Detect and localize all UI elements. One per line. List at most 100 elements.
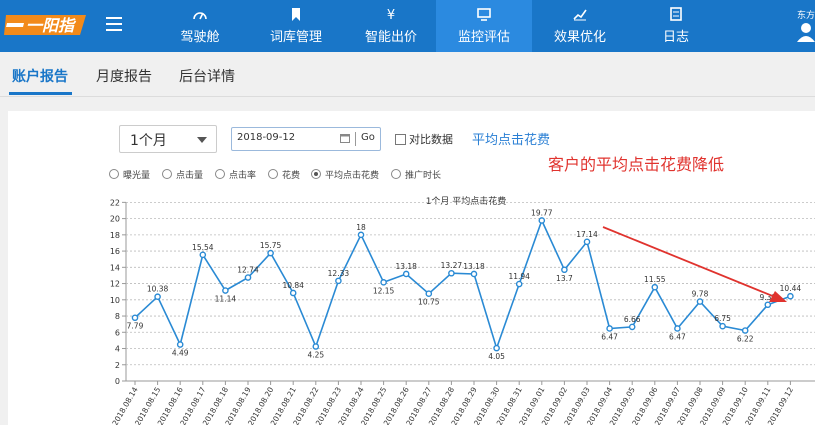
data-label: 18 <box>356 223 366 232</box>
nav-item-label: 效果优化 <box>553 30 606 45</box>
metric-radio-label: 花费 <box>282 171 301 181</box>
logo[interactable]: 一阳指 <box>4 12 86 38</box>
annotation-arrow-line <box>602 226 776 298</box>
data-point <box>628 323 636 331</box>
data-point <box>199 251 207 259</box>
log-icon <box>670 7 682 21</box>
data-label: 15.54 <box>192 243 214 252</box>
data-label: 7.79 <box>127 322 144 331</box>
data-label: 10.44 <box>780 284 802 293</box>
nav-item-2[interactable]: ¥ 智能出价 <box>343 0 439 52</box>
data-point <box>787 292 794 300</box>
data-point <box>289 289 297 297</box>
data-point <box>741 327 749 334</box>
nav-item-3[interactable]: 监控评估 <box>436 0 532 52</box>
y-tick-label: 10 <box>110 296 120 305</box>
go-button[interactable]: Go <box>361 132 375 143</box>
radio-dot[interactable] <box>311 169 321 179</box>
data-label: 13.18 <box>395 262 417 271</box>
chevron-down-icon <box>197 137 207 143</box>
radio-dot[interactable] <box>391 169 401 179</box>
nav-item-label: 监控评估 <box>457 30 510 45</box>
metric-radio-label: 推广时长 <box>405 171 442 181</box>
calendar-icon[interactable] <box>340 133 350 143</box>
nav-item-1[interactable]: 词库管理 <box>248 0 344 52</box>
data-label: 11.14 <box>215 295 237 304</box>
data-label: 13.18 <box>463 262 485 271</box>
date-input-value: 2018-09-12 <box>237 132 296 143</box>
data-point <box>606 325 613 332</box>
data-point <box>357 231 365 239</box>
radio-dot[interactable] <box>109 169 119 179</box>
nav-item-0[interactable]: 驾驶舱 <box>152 0 248 52</box>
y-tick-label: 8 <box>115 312 120 321</box>
data-label: 4.25 <box>307 350 324 359</box>
metric-radio-label: 曝光量 <box>123 171 151 181</box>
y-tick-label: 2 <box>115 361 120 370</box>
y-tick-label: 6 <box>115 328 120 337</box>
y-tick-label: 16 <box>110 247 120 256</box>
svg-text:¥: ¥ <box>387 8 395 21</box>
radio-dot[interactable] <box>162 169 172 179</box>
data-label: 4.05 <box>488 352 505 361</box>
data-label: 10.84 <box>282 281 304 290</box>
data-point <box>312 343 320 350</box>
trend-chart-icon <box>573 9 587 21</box>
tab-0[interactable]: 账户报告 <box>12 66 68 86</box>
data-label: 6.47 <box>601 332 618 341</box>
compare-label: 对比数据 <box>409 133 453 146</box>
y-tick-label: 12 <box>110 280 120 289</box>
date-input[interactable]: 2018-09-12 Go <box>231 127 381 151</box>
radio-dot[interactable] <box>215 169 225 179</box>
nav-item-5[interactable]: 日志 <box>628 0 724 52</box>
data-point <box>267 249 274 257</box>
user-avatar-icon[interactable] <box>797 22 815 42</box>
hamburger-menu-icon[interactable] <box>106 17 122 31</box>
speedometer-icon <box>193 12 207 20</box>
bookmark-icon <box>292 8 300 21</box>
radio-dot[interactable] <box>268 169 278 179</box>
monitor-icon <box>477 8 491 21</box>
active-tab-indicator <box>9 92 72 95</box>
data-point <box>131 314 139 322</box>
tab-2[interactable]: 后台详情 <box>179 66 235 86</box>
data-point <box>176 341 184 348</box>
data-label: 13.7 <box>556 274 573 283</box>
yen-icon: ¥ <box>387 8 395 21</box>
data-point <box>222 287 229 294</box>
data-label: 9.78 <box>692 290 709 299</box>
y-tick-label: 18 <box>110 231 120 240</box>
nav-item-label: 日志 <box>662 30 689 45</box>
chart-title: 1个月 平均点击花费 <box>426 195 507 207</box>
data-point <box>651 283 659 291</box>
data-point <box>719 322 726 330</box>
y-tick-label: 0 <box>115 377 120 386</box>
data-point <box>402 270 410 278</box>
y-tick-label: 4 <box>115 345 120 354</box>
y-tick-label: 14 <box>110 263 120 272</box>
series-line <box>134 218 791 351</box>
logo-text: 一阳指 <box>26 16 77 35</box>
data-point <box>583 238 591 246</box>
data-label: 4.49 <box>172 349 189 358</box>
data-point <box>538 217 546 224</box>
tab-1[interactable]: 月度报告 <box>96 66 152 86</box>
data-label: 11.55 <box>644 275 666 284</box>
data-point <box>696 298 704 305</box>
data-point <box>515 280 523 288</box>
nav-item-label: 词库管理 <box>269 30 322 45</box>
data-point <box>561 266 568 274</box>
data-point <box>244 274 252 281</box>
data-label: 13.27 <box>441 261 463 270</box>
metric-radio-label: 点击量 <box>176 171 204 181</box>
cpc-line-chart: 1个月 平均点击花费 0 2 4 6 8 10 12 14 16 18 20 22 7.79 10.38 4.… <box>110 195 815 425</box>
nav-item-4[interactable]: 效果优化 <box>532 0 628 52</box>
input-separator <box>355 132 356 146</box>
data-point <box>335 277 342 285</box>
period-select[interactable]: 1个月 <box>119 125 217 153</box>
compare-checkbox[interactable] <box>395 134 406 145</box>
data-label: 12.74 <box>237 266 259 275</box>
period-select-value: 1个月 <box>130 133 167 149</box>
data-point <box>154 293 161 301</box>
data-label: 19.77 <box>531 208 553 217</box>
